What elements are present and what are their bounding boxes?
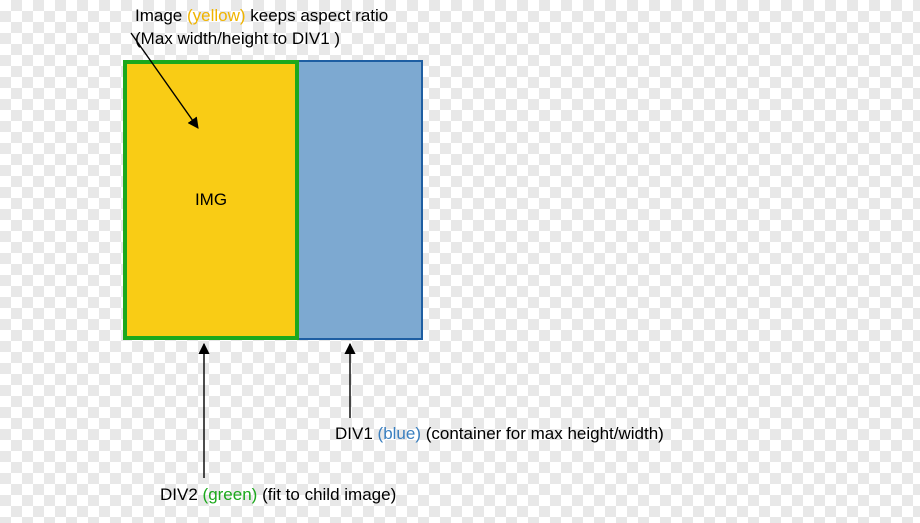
caption-top-line2: (Max width/height to DIV1 ) — [135, 29, 340, 48]
caption-top-line1-b: keeps aspect ratio — [246, 6, 389, 25]
caption-top-line1-a: Image — [135, 6, 187, 25]
caption-div1-a: DIV1 — [335, 424, 378, 443]
caption-div2-b: (fit to child image) — [257, 485, 396, 504]
caption-top-yellow: (yellow) — [187, 6, 246, 25]
caption-div2: DIV2 (green) (fit to child image) — [160, 484, 396, 507]
caption-div1-blue: (blue) — [378, 424, 421, 443]
img-yellow-rect: IMG — [127, 64, 295, 336]
img-label: IMG — [195, 190, 227, 210]
caption-div1-b: (container for max height/width) — [421, 424, 664, 443]
diagram-canvas: IMG Image (yellow) keeps aspect ratio (M… — [0, 0, 920, 523]
caption-div2-a: DIV2 — [160, 485, 203, 504]
caption-top: Image (yellow) keeps aspect ratio (Max w… — [135, 5, 388, 51]
caption-div1: DIV1 (blue) (container for max height/wi… — [335, 423, 664, 446]
caption-div2-green: (green) — [203, 485, 258, 504]
div2-green-wrapper: IMG — [123, 60, 299, 340]
